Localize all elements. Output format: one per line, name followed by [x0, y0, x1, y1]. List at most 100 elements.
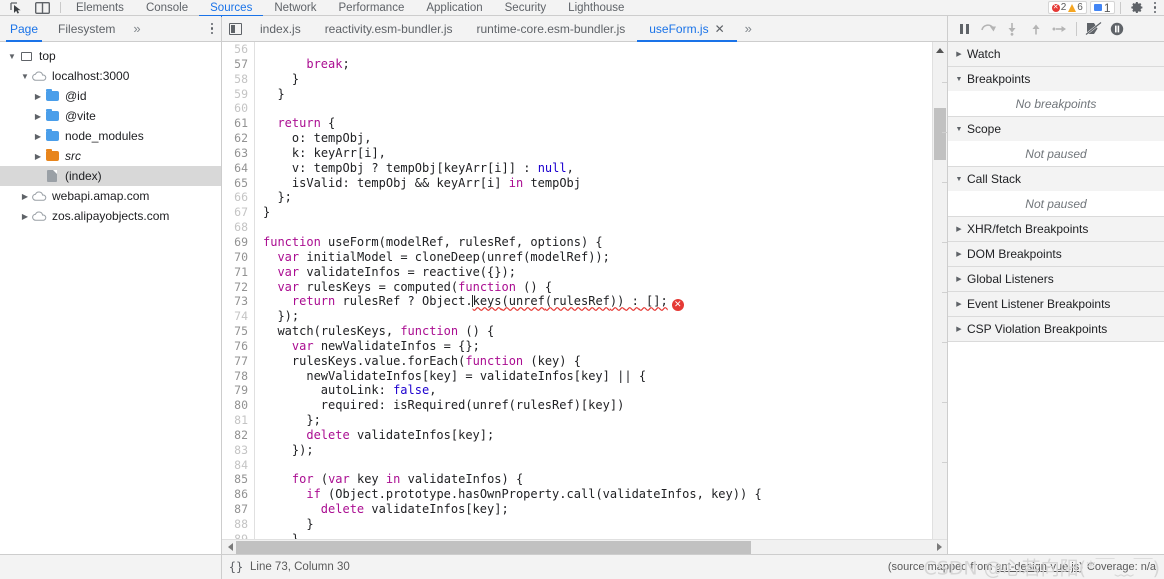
- tab-sources[interactable]: Sources: [199, 0, 264, 17]
- editor-tab-useform-js[interactable]: useForm.js ✕: [637, 16, 738, 42]
- code-line[interactable]: 80 required: isRequired(unref(rulesRef)[…: [222, 398, 932, 414]
- code-line[interactable]: 79 autoLink: false,: [222, 383, 932, 399]
- chevron-right-icon[interactable]: [32, 152, 44, 161]
- chevron-right-icon[interactable]: [953, 250, 965, 258]
- code-line[interactable]: 84: [222, 457, 932, 473]
- line-number[interactable]: 79: [222, 383, 254, 398]
- code-line[interactable]: 82 delete validateInfos[key];: [222, 427, 932, 443]
- chevron-right-icon[interactable]: [953, 325, 965, 333]
- tab-application[interactable]: Application: [415, 0, 493, 16]
- inspect-icon[interactable]: [4, 0, 28, 15]
- scroll-left-icon[interactable]: [224, 543, 236, 551]
- editor-tab-index-js[interactable]: index.js: [248, 16, 313, 42]
- line-number[interactable]: 63: [222, 146, 254, 161]
- error-badge[interactable]: ✕ 2: [1051, 2, 1066, 13]
- chevron-right-icon[interactable]: [953, 50, 965, 58]
- code-line[interactable]: 88 }: [222, 517, 932, 532]
- line-number[interactable]: 62: [222, 131, 254, 146]
- line-number[interactable]: 82: [222, 428, 254, 443]
- code-line[interactable]: 62 o: tempObj,: [222, 131, 932, 146]
- code-line[interactable]: 58 }: [222, 71, 932, 87]
- chevron-down-icon[interactable]: [6, 52, 18, 61]
- tab-elements[interactable]: Elements: [65, 0, 135, 16]
- code-line[interactable]: 85 for (var key in validateInfos) {: [222, 472, 932, 488]
- code-line[interactable]: 61 return {: [222, 116, 932, 132]
- tab-network[interactable]: Network: [263, 0, 327, 16]
- chevron-right-icon[interactable]: [32, 132, 44, 141]
- code-line[interactable]: 73 return rulesRef ? Object.keys(unref(r…: [222, 294, 932, 311]
- code-line[interactable]: 67}: [222, 205, 932, 221]
- code-line[interactable]: 71 var validateInfos = reactive({});: [222, 264, 932, 280]
- line-number[interactable]: 68: [222, 220, 254, 235]
- deactivate-breakpoints-icon[interactable]: [1081, 17, 1105, 41]
- code-line[interactable]: 83 });: [222, 442, 932, 458]
- chevron-right-icon[interactable]: [19, 192, 31, 201]
- section-header-scope[interactable]: Scope: [948, 117, 1164, 141]
- line-number[interactable]: 87: [222, 502, 254, 517]
- code-line[interactable]: 74 });: [222, 309, 932, 325]
- navtab-more-icon[interactable]: »: [125, 16, 148, 42]
- chevron-down-icon[interactable]: [953, 126, 965, 133]
- code-line[interactable]: 86 if (Object.prototype.hasOwnProperty.c…: [222, 487, 932, 503]
- line-number[interactable]: 86: [222, 487, 254, 502]
- source-map-link[interactable]: ant-design-vue.js: [995, 561, 1079, 573]
- line-number[interactable]: 81: [222, 413, 254, 428]
- line-number[interactable]: 70: [222, 250, 254, 265]
- code-line[interactable]: 81 };: [222, 413, 932, 428]
- pretty-print-icon[interactable]: {}: [222, 560, 250, 574]
- line-number[interactable]: 78: [222, 369, 254, 384]
- section-header-breakpoints[interactable]: Breakpoints: [948, 67, 1164, 91]
- source-code[interactable]: 56 57 break; 58 } 59 } 60 61 return {62 o: te…: [222, 42, 932, 539]
- navigator-more-options-icon[interactable]: [210, 22, 213, 35]
- chevron-right-icon[interactable]: [953, 275, 965, 283]
- navtab-page[interactable]: Page: [0, 16, 48, 42]
- section-header-dom-breakpoints[interactable]: DOM Breakpoints: [948, 242, 1164, 266]
- chevron-right-icon[interactable]: [32, 112, 44, 121]
- line-number[interactable]: 57: [222, 57, 254, 72]
- line-number[interactable]: 67: [222, 205, 254, 220]
- line-number[interactable]: 56: [222, 42, 254, 57]
- tab-security[interactable]: Security: [494, 0, 558, 16]
- editor-tab-runtime-core[interactable]: runtime-core.esm-bundler.js: [465, 16, 638, 42]
- code-line[interactable]: 78 newValidateInfos[key] = validateInfos…: [222, 368, 932, 384]
- line-number[interactable]: 64: [222, 161, 254, 176]
- line-number[interactable]: 88: [222, 517, 254, 532]
- step-into-icon[interactable]: [1000, 17, 1024, 41]
- step-icon[interactable]: [1048, 17, 1072, 41]
- scrollbar-thumb[interactable]: [236, 540, 751, 554]
- section-header-xhr-breakpoints[interactable]: XHR/fetch Breakpoints: [948, 217, 1164, 241]
- tree-item-top[interactable]: top: [0, 46, 221, 66]
- line-number[interactable]: 74: [222, 309, 254, 324]
- chevron-right-icon[interactable]: [32, 92, 44, 101]
- chevron-right-icon[interactable]: [953, 225, 965, 233]
- editor-tabs-more-icon[interactable]: »: [737, 16, 760, 42]
- line-number[interactable]: 59: [222, 87, 254, 102]
- gear-icon[interactable]: [1126, 0, 1150, 15]
- issues-badge-group[interactable]: ✕ 2 6: [1047, 1, 1087, 14]
- tree-item-webapi-amap[interactable]: webapi.amap.com: [0, 186, 221, 206]
- step-out-icon[interactable]: [1024, 17, 1048, 41]
- navtab-filesystem[interactable]: Filesystem: [48, 16, 125, 42]
- code-line[interactable]: 89 }: [222, 531, 932, 539]
- scroll-up-icon[interactable]: [936, 48, 944, 53]
- section-header-call-stack[interactable]: Call Stack: [948, 167, 1164, 191]
- line-number[interactable]: 72: [222, 280, 254, 295]
- line-number[interactable]: 71: [222, 265, 254, 280]
- code-line[interactable]: 68: [222, 220, 932, 235]
- chevron-right-icon[interactable]: [953, 300, 965, 308]
- tree-item-node-modules[interactable]: node_modules: [0, 126, 221, 146]
- warning-badge[interactable]: 6: [1068, 2, 1083, 13]
- scrollbar-thumb[interactable]: [934, 108, 946, 160]
- code-line[interactable]: 72 var rulesKeys = computed(function () …: [222, 279, 932, 295]
- code-line[interactable]: 66 };: [222, 190, 932, 206]
- code-line[interactable]: 64 v: tempObj ? tempObj[keyArr[i]] : nul…: [222, 160, 932, 176]
- device-toolbar-icon[interactable]: [30, 0, 54, 15]
- code-line[interactable]: 75 watch(rulesKeys, function () {: [222, 324, 932, 339]
- editor-tab-reactivity[interactable]: reactivity.esm-bundler.js: [313, 16, 465, 42]
- line-number[interactable]: 84: [222, 458, 254, 473]
- line-number[interactable]: 60: [222, 101, 254, 116]
- code-line[interactable]: 70 var initialModel = cloneDeep(unref(mo…: [222, 249, 932, 265]
- line-number[interactable]: 83: [222, 443, 254, 458]
- code-line[interactable]: 60: [222, 101, 932, 117]
- line-number[interactable]: 69: [222, 235, 254, 250]
